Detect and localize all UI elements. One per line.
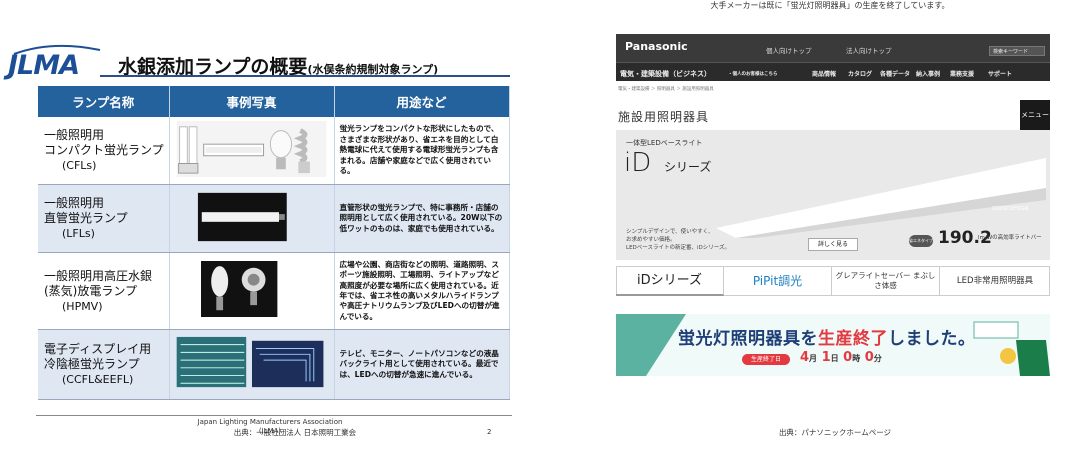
nav-item-cases[interactable]: 納入事例 xyxy=(916,69,940,78)
tab-emergency[interactable]: LED非常用照明器具 xyxy=(940,266,1050,296)
top-link-business[interactable]: 法人向けトップ xyxy=(846,45,892,55)
end-title-part3: しました。 xyxy=(888,329,976,349)
panasonic-screenshot: Panasonic 個人向けトップ 法人向けトップ 検索キーワード 電気・建築設… xyxy=(616,34,1050,380)
top-note: 大手メーカーは既に「蛍光灯照明器具」の生産を終了しています。 xyxy=(710,1,950,10)
hpmv-photo xyxy=(200,261,277,317)
lamp-abbr: (CCFL&EEFL) xyxy=(62,373,134,386)
table-row: 一般照明用 コンパクト蛍光ランプ (CFLs) 蛍光ランプをコンパクトな形状にし… xyxy=(38,117,510,185)
nav-item-data[interactable]: 各種データ xyxy=(880,69,910,78)
table-row: 一般照明用 直管蛍光ランプ (LFLs) 直管形状の蛍光ランプで、特に事務所・店… xyxy=(38,184,510,253)
header-usage: 用途など xyxy=(334,86,510,117)
ccfl-photo xyxy=(176,336,323,387)
banner-title-id: iD xyxy=(624,148,652,178)
photo-cell xyxy=(169,329,335,400)
lamp-name-line: 直管蛍光ランプ xyxy=(44,211,128,225)
nav-item-support-biz[interactable]: 業務支援 xyxy=(950,69,974,78)
jlma-logo: JLMA xyxy=(8,50,80,81)
source-right: 出典：パナソニックホームページ xyxy=(778,428,892,437)
banner-copy: シンプルデザインで、使いやすく、 お求めやすい価格。 LEDベースライトの新定番… xyxy=(626,228,730,252)
efficiency-badge: 省エネタイプ xyxy=(909,235,933,247)
lamp-abbr: (LFLs) xyxy=(62,227,95,240)
banner-copy-line: LEDベースライトの新定番、iDシリーズ。 xyxy=(626,245,730,251)
lamp-name-cell: 一般照明用 コンパクト蛍光ランプ (CFLs) xyxy=(38,117,170,185)
table-header-row: ランプ名称 事例写真 用途など xyxy=(38,86,510,117)
photo-cell xyxy=(169,117,335,185)
lamp-abbr: (CFLs) xyxy=(62,159,97,172)
usage-cell: 直管形状の蛍光ランプで、特に事務所・店舗の照明用として広く使用されている。20W… xyxy=(334,184,510,253)
photo-cell xyxy=(169,252,335,330)
lamp-name-line: 冷陰極蛍光ランプ xyxy=(44,357,140,371)
end-title: 蛍光灯照明器具を生産終了しました。 xyxy=(678,324,976,349)
header-photo: 事例写真 xyxy=(169,86,335,117)
lfl-photo xyxy=(197,192,287,241)
lamp-table: ランプ名称 事例写真 用途など 一般照明用 コンパクト蛍光ランプ (CFLs) xyxy=(38,86,510,400)
table-row: 電子ディスプレイ用 冷陰極蛍光ランプ (CCFL&EEFL) テレビ、モニター、… xyxy=(38,329,510,400)
count-min: 0 xyxy=(864,350,874,365)
jlma-slide: JLMA 水銀添加ランプの概要(水俣条約規制対象ランプ) ランプ名称 事例写真 … xyxy=(0,30,520,436)
breadcrumb[interactable]: 電気・建築設備 ＞ 照明器具 ＞ 施設用照明器具 xyxy=(618,86,714,92)
banner-subtitle: 一体型LEDベースライト xyxy=(626,139,703,147)
panasonic-logo[interactable]: Panasonic xyxy=(625,40,688,53)
lamp-name-line: 一般照明用 xyxy=(44,128,105,142)
usage-cell: 広場や公園、商店街などの照明、道路照明、スポーツ施設照明、工場照明、ライトアップ… xyxy=(334,252,510,330)
banner-title-series: シリーズ xyxy=(664,160,712,174)
lamp-name-cell: 一般照明用高圧水銀 (蒸気)放電ランプ (HPMV) xyxy=(38,252,170,330)
page-number: 2 xyxy=(487,428,492,436)
usage-cell: 蛍光ランプをコンパクトな形状にしたもので、さまざまな形状があり、省エネを目的とし… xyxy=(334,117,510,185)
count-hour-unit: 時 xyxy=(852,354,861,363)
section-title: 施設用照明器具 xyxy=(618,110,710,124)
count-day-unit: 日 xyxy=(830,354,839,363)
photo-cell xyxy=(169,184,335,253)
cfl-photo xyxy=(176,120,326,177)
count-month: 4 xyxy=(800,350,810,365)
lamp-name-line: (蒸気)放電ランプ xyxy=(44,283,138,298)
good-design-mark: GOOD DESIGN xyxy=(992,206,1029,212)
end-date-badge: 生産終了日 xyxy=(742,354,790,365)
end-title-part2: 生産終了 xyxy=(818,329,888,349)
count-month-unit: 月 xyxy=(809,354,818,363)
production-end-banner[interactable]: 蛍光灯照明器具を生産終了しました。 生産終了日 4月 1日 0時 0分 xyxy=(616,314,1050,376)
footer-rule xyxy=(36,415,512,416)
banner-copy-line: シンプルデザインで、使いやすく、 xyxy=(626,229,714,235)
lamp-name-cell: 電子ディスプレイ用 冷陰極蛍光ランプ (CCFL&EEFL) xyxy=(38,329,170,400)
id-series-banner[interactable]: 一体型LEDベースライト iD シリーズ GOOD DESIGN シンプルデザイ… xyxy=(616,130,1050,260)
efficiency-unit: lm/Wの高効率ライトバー xyxy=(978,235,1042,241)
end-countdown: 4月 1日 0時 0分 xyxy=(800,350,882,365)
lamp-name-line: 一般照明用 xyxy=(44,196,105,210)
count-min-unit: 分 xyxy=(873,354,882,363)
lamp-name-line: コンパクト蛍光ランプ xyxy=(44,143,164,157)
tab-id-series[interactable]: iDシリーズ xyxy=(616,266,724,296)
lamp-name-line: 一般照明用高圧水銀 xyxy=(44,268,153,283)
nav-item-business[interactable]: 電気・建築設備（ビジネス） xyxy=(620,69,711,79)
nav-item-catalog[interactable]: カタログ xyxy=(848,69,872,78)
lamp-name-cell: 一般照明用 直管蛍光ランプ (LFLs) xyxy=(38,184,170,253)
header-lamp-name: ランプ名称 xyxy=(38,86,170,117)
top-link-personal[interactable]: 個人向けトップ xyxy=(766,45,812,55)
banner-copy-line: お求めやすい価格。 xyxy=(626,237,676,243)
source-left: 出典：一般社団法人 日本照明工業会 xyxy=(233,428,357,437)
count-hour: 0 xyxy=(843,350,853,365)
tab-pipit[interactable]: PiPit調光 xyxy=(724,266,832,296)
title-rule xyxy=(100,75,510,77)
usage-cell: テレビ、モニター、ノートパソコンなどの液晶バックライト用として使用されている。最… xyxy=(334,329,510,400)
end-title-part1: 蛍光灯照明器具を xyxy=(678,329,818,349)
nav-item-products[interactable]: 商品情報 xyxy=(812,69,836,78)
lamp-name-line: 電子ディスプレイ用 xyxy=(44,342,152,356)
search-input[interactable]: 検索キーワード xyxy=(989,46,1045,56)
menu-button[interactable]: メニュー xyxy=(1020,100,1050,130)
more-button[interactable]: 詳しく見る xyxy=(808,238,858,251)
nav-item-support[interactable]: サポート xyxy=(988,69,1012,78)
table-row: 一般照明用高圧水銀 (蒸気)放電ランプ (HPMV) 広場や公園、商店街などの照… xyxy=(38,252,510,330)
lamp-abbr: (HPMV) xyxy=(62,299,103,313)
tab-glare-saver[interactable]: グレアライトセーバー まぶしさ体感 xyxy=(832,266,940,296)
nav-item-personal[interactable]: ・個人のお客様はこちら xyxy=(728,71,778,77)
lamp-image xyxy=(716,158,1046,238)
footer-org: Japan Lighting Manufacturers Association xyxy=(197,418,343,426)
count-day: 1 xyxy=(821,350,831,365)
